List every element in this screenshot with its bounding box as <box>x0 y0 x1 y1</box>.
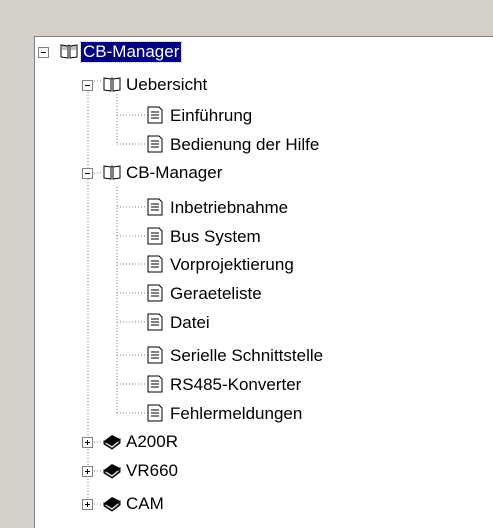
page-label: Geraeteliste <box>170 284 262 303</box>
expand-a200r-toggle[interactable] <box>82 437 93 448</box>
tree-page-geraeteliste[interactable]: Geraeteliste <box>168 281 264 307</box>
page-label: Inbetriebnahme <box>170 198 289 217</box>
tree-page-serielle-schnittstelle[interactable]: Serielle Schnittstelle <box>168 343 325 369</box>
tree-page-vorprojektierung[interactable]: Vorprojektierung <box>168 252 296 278</box>
page-icon <box>147 255 163 273</box>
tree-node-uebersicht[interactable]: Uebersicht <box>124 72 209 98</box>
page-icon <box>147 284 163 302</box>
page-label: Datei <box>170 313 210 332</box>
page-icon <box>147 313 163 331</box>
page-icon <box>147 135 163 153</box>
page-label: Vorprojektierung <box>170 255 294 274</box>
tree-node-cam[interactable]: CAM <box>124 491 166 517</box>
book-label: VR660 <box>126 461 178 480</box>
book-label: A200R <box>126 432 178 451</box>
tree-node-cbmanager[interactable]: CB-Manager <box>124 160 224 186</box>
page-label: RS485-Konverter <box>170 375 302 394</box>
expand-cam-toggle[interactable] <box>82 499 93 510</box>
tree-node-a200r[interactable]: A200R <box>124 429 180 455</box>
open-book-icon <box>103 77 121 92</box>
window-top-area <box>0 0 493 36</box>
open-book-icon <box>60 44 78 59</box>
tree-page-bedienung[interactable]: Bedienung der Hilfe <box>168 132 321 158</box>
page-label: Bus System <box>170 227 261 246</box>
closed-book-icon <box>103 464 121 479</box>
tree-lines <box>87 80 145 505</box>
open-book-icon <box>103 165 121 180</box>
page-icon <box>147 227 163 245</box>
uebersicht-label: Uebersicht <box>126 75 208 94</box>
page-label: Bedienung der Hilfe <box>170 135 320 154</box>
book-label: CAM <box>126 494 164 513</box>
tree-page-bus-system[interactable]: Bus System <box>168 224 263 250</box>
expand-vr660-toggle[interactable] <box>82 466 93 477</box>
cbmanager-label: CB-Manager <box>126 163 223 182</box>
page-label: Fehlermeldungen <box>170 404 303 423</box>
closed-book-icon <box>103 497 121 512</box>
page-label: Serielle Schnittstelle <box>170 346 324 365</box>
tree-node-root[interactable]: CB-Manager <box>79 39 183 65</box>
page-icon <box>147 106 163 124</box>
help-contents-tree[interactable]: CB-Manager Uebersicht Einführung Bedienu… <box>34 36 493 528</box>
page-icon <box>147 346 163 364</box>
page-icon <box>147 375 163 393</box>
collapse-uebersicht-toggle[interactable] <box>82 80 93 91</box>
page-icon <box>147 198 163 216</box>
collapse-root-toggle[interactable] <box>38 47 49 58</box>
tree-page-rs485-konverter[interactable]: RS485-Konverter <box>168 372 303 398</box>
root-label: CB-Manager <box>79 41 183 63</box>
collapse-cbmanager-toggle[interactable] <box>82 168 93 179</box>
tree-node-vr660[interactable]: VR660 <box>124 458 180 484</box>
page-icon <box>147 404 163 422</box>
tree-page-einfuehrung[interactable]: Einführung <box>168 103 254 129</box>
page-label: Einführung <box>170 106 253 125</box>
tree-page-datei[interactable]: Datei <box>168 310 212 336</box>
tree-page-inbetriebnahme[interactable]: Inbetriebnahme <box>168 195 290 221</box>
tree-page-fehlermeldungen[interactable]: Fehlermeldungen <box>168 401 304 427</box>
closed-book-icon <box>103 435 121 450</box>
